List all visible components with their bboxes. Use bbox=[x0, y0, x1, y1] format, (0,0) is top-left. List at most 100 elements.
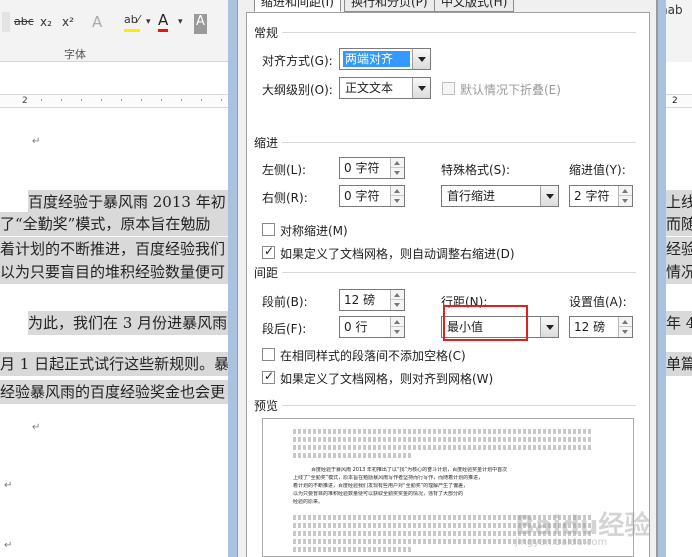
font-color-button[interactable]: A bbox=[158, 12, 169, 32]
tab-line-page-breaks[interactable]: 换行和分页(P) bbox=[344, 0, 435, 12]
spin-up-icon[interactable] bbox=[391, 290, 404, 300]
alignment-label: 对齐方式(G): bbox=[262, 54, 333, 68]
collapse-checkbox[interactable] bbox=[442, 82, 455, 95]
subscript-button[interactable]: x₂ bbox=[40, 12, 52, 32]
spacing-before-spinner[interactable]: 12 磅 bbox=[339, 289, 405, 311]
spacing-at-label: 设置值(A): bbox=[569, 295, 627, 309]
document-line-right: 年 4 bbox=[666, 311, 692, 335]
spin-up-icon[interactable] bbox=[391, 317, 404, 327]
preview-next-line bbox=[293, 547, 413, 552]
spinner-arrows[interactable] bbox=[390, 158, 404, 178]
preview-text-line: 着计划的不断推进，百度经验我们发现有些用户对“全勤奖”的理解产生了偏差， bbox=[293, 483, 469, 489]
spin-up-icon[interactable] bbox=[619, 186, 632, 196]
chevron-down-icon[interactable]: ▾ bbox=[146, 12, 151, 32]
spin-down-icon[interactable] bbox=[391, 300, 404, 310]
document-line: 为此，我们在 3 月份进暴风雨 bbox=[28, 311, 230, 335]
chevron-down-icon[interactable]: ▾ bbox=[178, 12, 183, 32]
alignment-select[interactable]: 两端对齐 bbox=[339, 48, 431, 70]
collapse-label: 默认情况下折叠(E) bbox=[460, 83, 561, 97]
spin-up-icon[interactable] bbox=[391, 186, 404, 196]
preview-text-line: 百度经验于暴风雨 2013 年初推出了以“找”为核心的奋斗计划，百度经验奖金计划… bbox=[311, 467, 508, 473]
paragraph-mark: ↵ bbox=[4, 480, 13, 491]
auto-adjust-indent-checkbox[interactable] bbox=[262, 244, 275, 259]
spinner-arrows[interactable] bbox=[390, 186, 404, 206]
spin-down-icon[interactable] bbox=[619, 327, 632, 337]
no-space-same-style-label: 在相同样式的段落间不添加空格(C) bbox=[280, 349, 466, 363]
document-line: 经验暴风雨的百度经验奖金也会更 bbox=[0, 380, 230, 404]
document-line: 着计划的不断推进，百度经验我们 bbox=[0, 237, 230, 261]
superscript-button[interactable]: x² bbox=[62, 12, 74, 32]
ruler-tick: · bbox=[200, 96, 203, 106]
document-line: 月 1 日起正式试行这些新规则。暴 bbox=[0, 352, 230, 376]
section-preview-title: 预览 bbox=[254, 399, 279, 413]
document-line-right: 而随 bbox=[666, 212, 692, 236]
ruler-tick: · bbox=[40, 96, 43, 106]
ruler-tick: · bbox=[100, 96, 103, 106]
highlight-button[interactable]: ab⁄ bbox=[124, 12, 140, 32]
spin-up-icon[interactable] bbox=[391, 158, 404, 168]
indent-by-spinner[interactable]: 2 字符 bbox=[569, 185, 633, 207]
spinner-arrows[interactable] bbox=[618, 186, 632, 206]
indent-left-spinner[interactable]: 0 字符 bbox=[339, 157, 405, 179]
spacing-after-spinner[interactable]: 0 行 bbox=[339, 316, 405, 338]
section-divider bbox=[282, 405, 636, 406]
strikethrough-button[interactable]: abc bbox=[14, 12, 34, 32]
indent-right-value: 0 字符 bbox=[344, 189, 380, 203]
section-indent-title: 缩进 bbox=[254, 136, 279, 150]
preview-text-line: 以为只要盲目的堆积经验数量便可以获取全勤奖奖金的情况，违背了大部分的 bbox=[293, 491, 464, 497]
paragraph-mark: ↵ bbox=[32, 422, 41, 433]
chevron-down-icon[interactable] bbox=[412, 49, 430, 69]
ruler-number: 2 bbox=[672, 96, 678, 106]
chevron-down-icon[interactable] bbox=[540, 186, 558, 206]
spin-down-icon[interactable] bbox=[391, 168, 404, 178]
spinner-arrows[interactable] bbox=[390, 317, 404, 337]
section-divider bbox=[282, 32, 636, 33]
baidu-watermark-url: jingyan.baidu.com bbox=[515, 537, 608, 548]
char-shading-button[interactable]: A bbox=[194, 14, 207, 34]
outline-level-value: 正文文本 bbox=[345, 81, 394, 95]
indent-right-spinner[interactable]: 0 字符 bbox=[339, 185, 405, 207]
paragraph-mark: ↵ bbox=[32, 136, 41, 147]
outline-level-label: 大纲级别(O): bbox=[262, 83, 333, 97]
ruler-tick: · bbox=[220, 96, 223, 106]
spin-down-icon[interactable] bbox=[391, 327, 404, 337]
document-line-right: 经验 bbox=[666, 237, 692, 261]
preview-prev-line bbox=[293, 429, 593, 434]
spinner-arrows[interactable] bbox=[618, 317, 632, 337]
ribbon-group-label: 字体 bbox=[64, 48, 86, 61]
special-indent-select[interactable]: 首行缩进 bbox=[441, 185, 559, 207]
highlight-annotation-box bbox=[443, 305, 528, 341]
chevron-down-icon[interactable] bbox=[540, 317, 558, 337]
ribbon-edge bbox=[2, 12, 10, 32]
text-effect-button[interactable]: A bbox=[92, 12, 102, 32]
document-line-right: 情况。 bbox=[666, 260, 692, 284]
no-space-same-style-checkbox[interactable] bbox=[262, 348, 275, 361]
spin-up-icon[interactable] bbox=[619, 317, 632, 327]
special-indent-value: 首行缩进 bbox=[447, 189, 496, 203]
spacing-at-spinner[interactable]: 12 磅 bbox=[569, 316, 633, 338]
preview-prev-line bbox=[293, 453, 413, 458]
indent-right-label: 右侧(R): bbox=[262, 191, 308, 205]
tab-indents-spacing[interactable]: 缩进和间距(I) bbox=[254, 0, 341, 12]
outline-level-select[interactable]: 正文文本 bbox=[339, 77, 431, 99]
tab-asian-typography[interactable]: 中文版式(H) bbox=[434, 0, 515, 12]
paragraph-mark: ↵ bbox=[4, 540, 13, 551]
mirror-indent-checkbox[interactable] bbox=[262, 223, 275, 236]
ruler-tick: · bbox=[80, 96, 83, 106]
spin-down-icon[interactable] bbox=[619, 196, 632, 206]
spacing-after-value: 0 行 bbox=[344, 320, 368, 334]
ruler-tick: · bbox=[120, 96, 123, 106]
snap-to-grid-label: 如果定义了文档网格，则对齐到网格(W) bbox=[280, 372, 494, 386]
ruler-tick: · bbox=[60, 96, 63, 106]
spacing-before-value: 12 磅 bbox=[344, 293, 376, 307]
document-line-right: 上线 bbox=[666, 190, 692, 214]
horizontal-ruler[interactable]: 2 · · · · · · · · · · bbox=[0, 94, 240, 108]
chevron-down-icon[interactable] bbox=[412, 78, 430, 98]
section-divider bbox=[282, 142, 636, 143]
dialog-frame-right bbox=[657, 0, 666, 557]
snap-to-grid-checkbox[interactable] bbox=[262, 369, 275, 384]
spin-down-icon[interactable] bbox=[391, 196, 404, 206]
spinner-arrows[interactable] bbox=[390, 290, 404, 310]
preview-prev-line bbox=[293, 437, 593, 442]
ruler-tick: · bbox=[140, 96, 143, 106]
